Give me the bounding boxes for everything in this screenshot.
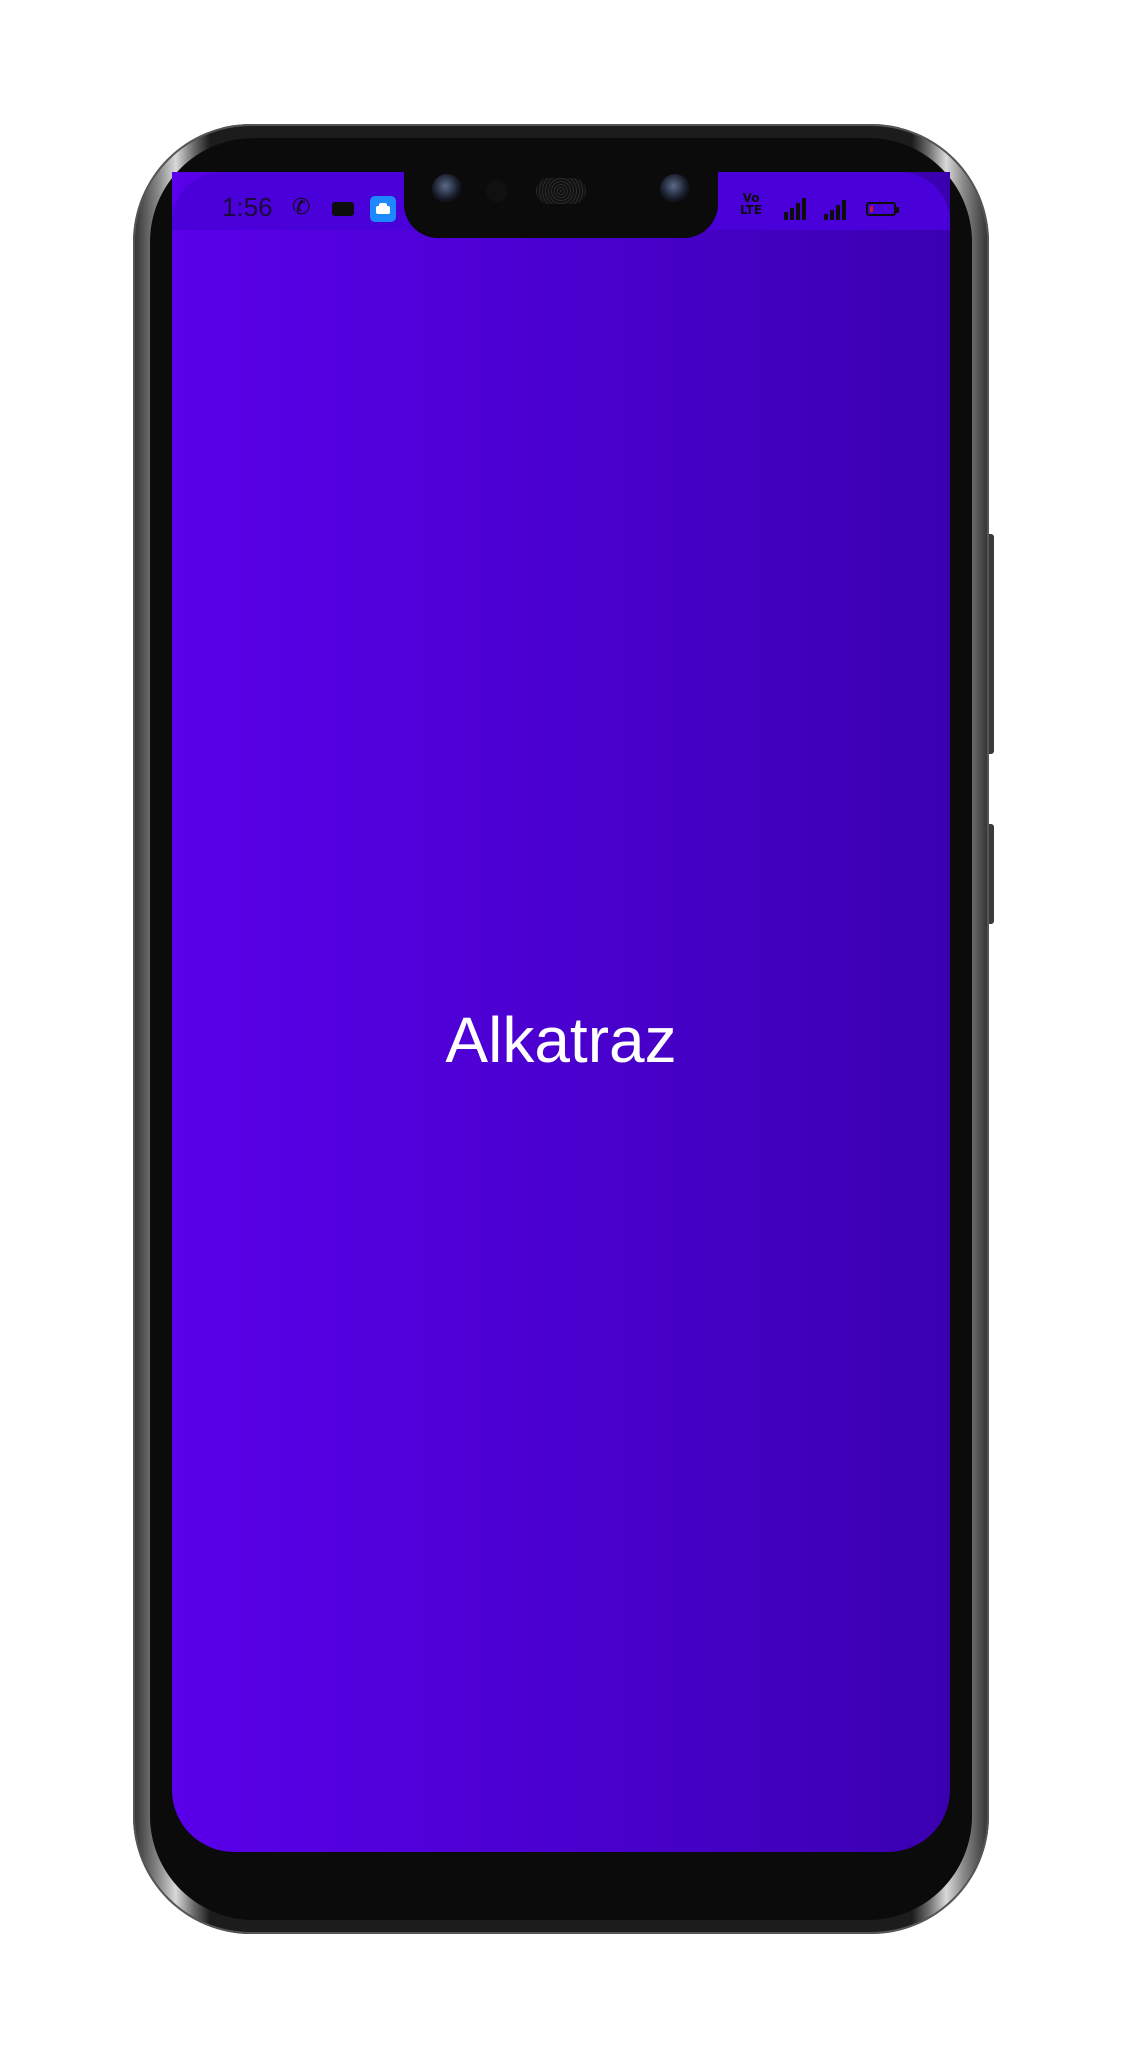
- earpiece-speaker-icon: [536, 178, 586, 204]
- phone-icon: ✆: [292, 195, 311, 220]
- volume-button: [989, 534, 994, 754]
- app-notification-icon: [370, 196, 396, 222]
- volte-icon: Vo LTE: [740, 191, 763, 217]
- battery-icon: [866, 202, 899, 216]
- battery-level: [870, 206, 873, 212]
- sensor-icon: [486, 180, 508, 202]
- signal-icon: [824, 196, 846, 220]
- video-icon: [332, 202, 354, 216]
- signal-4g-icon: [784, 196, 806, 220]
- camera-lens-icon: [660, 174, 690, 204]
- camera-notch: [404, 160, 718, 238]
- power-button: [989, 824, 994, 924]
- app-title: Alkatraz: [445, 1004, 677, 1076]
- status-time: 1:56: [222, 192, 273, 222]
- camera-lens-icon: [432, 174, 462, 204]
